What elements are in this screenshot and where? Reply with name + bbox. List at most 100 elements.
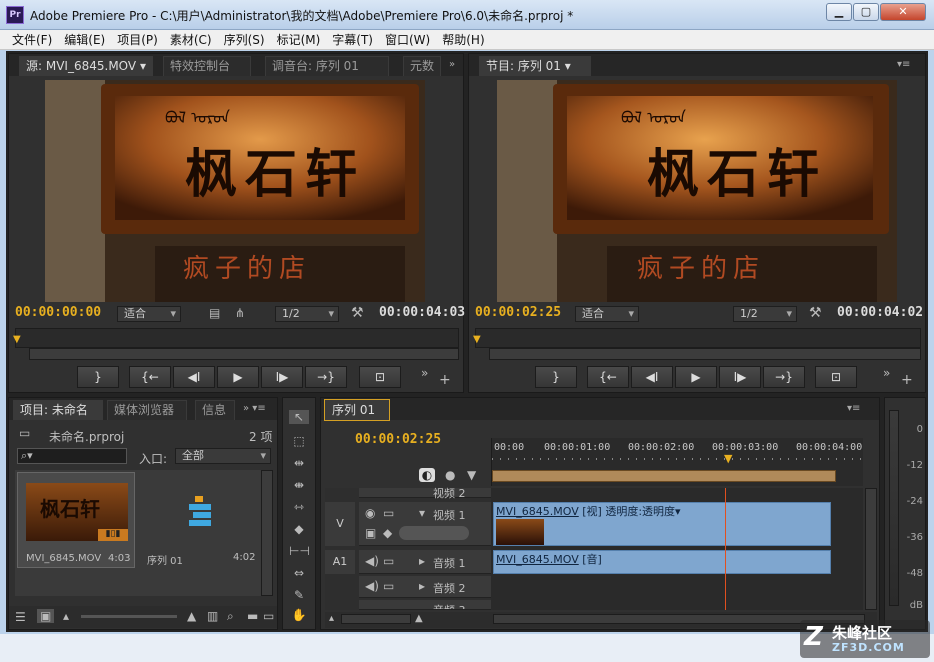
film-icon[interactable]: ▤ (209, 306, 220, 320)
tab-source[interactable]: 源: MVI_6845.MOV ▾ (19, 56, 153, 76)
list-item[interactable]: 枫石轩 ▮▯▮ MVI_6845.MOV 4:03 (17, 472, 135, 568)
panel-menu-icon[interactable]: » ▾≡ (243, 403, 266, 414)
list-view-icon[interactable]: ☰ (15, 610, 26, 624)
step-forward-button[interactable]: I▶ (719, 366, 761, 388)
more-icon[interactable]: » (421, 366, 428, 380)
zoom-in-icon[interactable]: ▲ (187, 609, 196, 623)
program-zoom-scrollbar[interactable] (489, 348, 921, 360)
chevron-down-icon[interactable]: ▾ (675, 505, 681, 518)
menu-edit[interactable]: 编辑(E) (58, 30, 111, 50)
rate-stretch-tool-icon[interactable]: ⇿ (289, 500, 309, 514)
more-icon[interactable]: » (883, 366, 890, 380)
keyframe-nav[interactable] (399, 526, 469, 540)
panel-menu-icon[interactable]: ▾≡ (847, 403, 860, 414)
step-back-button[interactable]: ◀I (173, 366, 215, 388)
hand-tool-icon[interactable]: ✋ (289, 608, 309, 622)
maximize-button[interactable]: ▢ (853, 3, 879, 21)
chevron-down-icon[interactable]: ▾ (565, 59, 571, 73)
tab-project[interactable]: 项目: 未命名 (13, 400, 103, 420)
speaker-icon[interactable]: ◀) (365, 554, 379, 568)
speaker-icon[interactable]: ◀) (365, 579, 379, 593)
zoom-out-icon[interactable]: ▴ (63, 609, 69, 623)
source-time-ruler[interactable] (15, 328, 459, 348)
chevron-down-icon[interactable]: ▾ (140, 59, 146, 73)
panel-menu-icon[interactable]: » (449, 59, 455, 70)
lock-icon[interactable]: ▭ (383, 554, 394, 568)
pen-tool-icon[interactable]: ✎ (289, 588, 309, 602)
wrench-icon[interactable]: ⚒ (351, 305, 364, 321)
ripple-edit-tool-icon[interactable]: ⇹ (289, 456, 309, 470)
work-area-bar[interactable] (492, 470, 836, 482)
close-button[interactable]: ✕ (880, 3, 926, 21)
menu-sequence[interactable]: 序列(S) (218, 30, 271, 50)
source-timecode[interactable]: 00:00:00:00 (15, 305, 101, 320)
program-timecode[interactable]: 00:00:02:25 (475, 305, 561, 320)
minimize-button[interactable]: ▁ (826, 3, 852, 21)
new-item-icon[interactable]: ▭ (263, 609, 274, 623)
track-area[interactable]: MVI_6845.MOV [视] 透明度:透明度▾ MVI_6845.MOV [… (491, 488, 863, 610)
source-zoom-scrollbar[interactable] (29, 348, 459, 360)
slip-tool-icon[interactable]: ⊢⊣ (289, 544, 310, 558)
display-style-icon[interactable]: ▣ (365, 526, 376, 540)
lock-icon[interactable]: ▭ (383, 506, 394, 520)
icon-view-icon[interactable]: ▣ (37, 609, 55, 623)
menu-help[interactable]: 帮助(H) (436, 30, 490, 50)
project-search-input[interactable]: ⌕▾ (17, 448, 127, 464)
goto-in-button[interactable]: {← (129, 366, 171, 388)
goto-in-button[interactable]: {← (587, 366, 629, 388)
eye-icon[interactable]: ◉ (365, 506, 375, 520)
timeline-timecode[interactable]: 00:00:02:25 (355, 432, 441, 447)
mark-out-button[interactable]: } (77, 366, 119, 388)
play-button[interactable]: ▶ (675, 366, 717, 388)
source-resolution-dropdown[interactable]: 1/2 (275, 306, 339, 322)
program-resolution-dropdown[interactable]: 1/2 (733, 306, 797, 322)
menu-clip[interactable]: 素材(C) (164, 30, 218, 50)
new-bin-icon[interactable]: ▬ (247, 609, 258, 623)
rolling-edit-tool-icon[interactable]: ⇼ (289, 478, 309, 492)
lock-icon[interactable]: ▭ (383, 579, 394, 593)
goto-out-button[interactable]: →} (763, 366, 805, 388)
find-icon[interactable]: ⌕ (227, 609, 234, 624)
snap-icon[interactable]: ◐ (419, 468, 435, 482)
wrench-icon[interactable]: ⚒ (809, 305, 822, 321)
collapse-triangle-icon[interactable]: ▾ (419, 506, 425, 520)
audio-target-a1[interactable]: A1 (325, 550, 355, 574)
tab-program[interactable]: 节目: 序列 01 ▾ (479, 56, 591, 76)
slide-tool-icon[interactable]: ⇔ (289, 566, 309, 580)
goto-out-button[interactable]: →} (305, 366, 347, 388)
panel-menu-icon[interactable]: ▾≡ (897, 59, 910, 70)
tab-media-browser[interactable]: 媒体浏览器 (107, 400, 187, 420)
video-clip[interactable]: MVI_6845.MOV [视] 透明度:透明度▾ (493, 502, 831, 546)
track-select-tool-icon[interactable]: ⬚ (289, 434, 309, 448)
play-button[interactable]: ▶ (217, 366, 259, 388)
playhead-marker-icon[interactable]: ▼ (473, 334, 481, 345)
menu-marker[interactable]: 标记(M) (271, 30, 327, 50)
mark-out-button[interactable]: } (535, 366, 577, 388)
playhead-line[interactable] (725, 488, 726, 610)
keyframe-icon[interactable]: ◆ (383, 526, 392, 540)
menu-file[interactable]: 文件(F) (6, 30, 58, 50)
program-time-ruler[interactable] (475, 328, 921, 348)
tab-audio-mixer[interactable]: 调音台: 序列 01 (265, 56, 389, 76)
automate-icon[interactable]: ▥ (207, 609, 218, 623)
add-button-icon[interactable]: + (439, 372, 451, 388)
expand-triangle-icon[interactable]: ▸ (419, 579, 425, 593)
project-vertical-scrollbar[interactable] (261, 470, 273, 596)
timeline-ruler[interactable]: 00:00 00:00:01:00 00:00:02:00 00:00:03:0… (491, 438, 864, 486)
expand-triangle-icon[interactable]: ▸ (419, 554, 425, 568)
in-filter-dropdown[interactable]: 全部 (175, 448, 271, 464)
menu-title[interactable]: 字幕(T) (326, 30, 379, 50)
timeline-vertical-scrollbar[interactable] (865, 488, 877, 610)
playhead-marker-icon[interactable]: ▼ (724, 452, 732, 465)
tab-sequence-01[interactable]: 序列 01 (324, 399, 390, 421)
step-forward-button[interactable]: I▶ (261, 366, 303, 388)
tab-metadata[interactable]: 元数 (403, 56, 441, 76)
add-button-icon[interactable]: + (901, 372, 913, 388)
video-target-v[interactable]: V (325, 502, 355, 546)
audio-clip[interactable]: MVI_6845.MOV [音] (493, 550, 831, 574)
zoom-out-icon[interactable]: ▴ (329, 613, 334, 624)
menu-window[interactable]: 窗口(W) (379, 30, 436, 50)
program-fit-dropdown[interactable]: 适合 (575, 306, 639, 322)
playhead-marker-icon[interactable]: ▼ (13, 334, 21, 345)
list-item[interactable]: 序列 01 4:02 (139, 472, 257, 568)
